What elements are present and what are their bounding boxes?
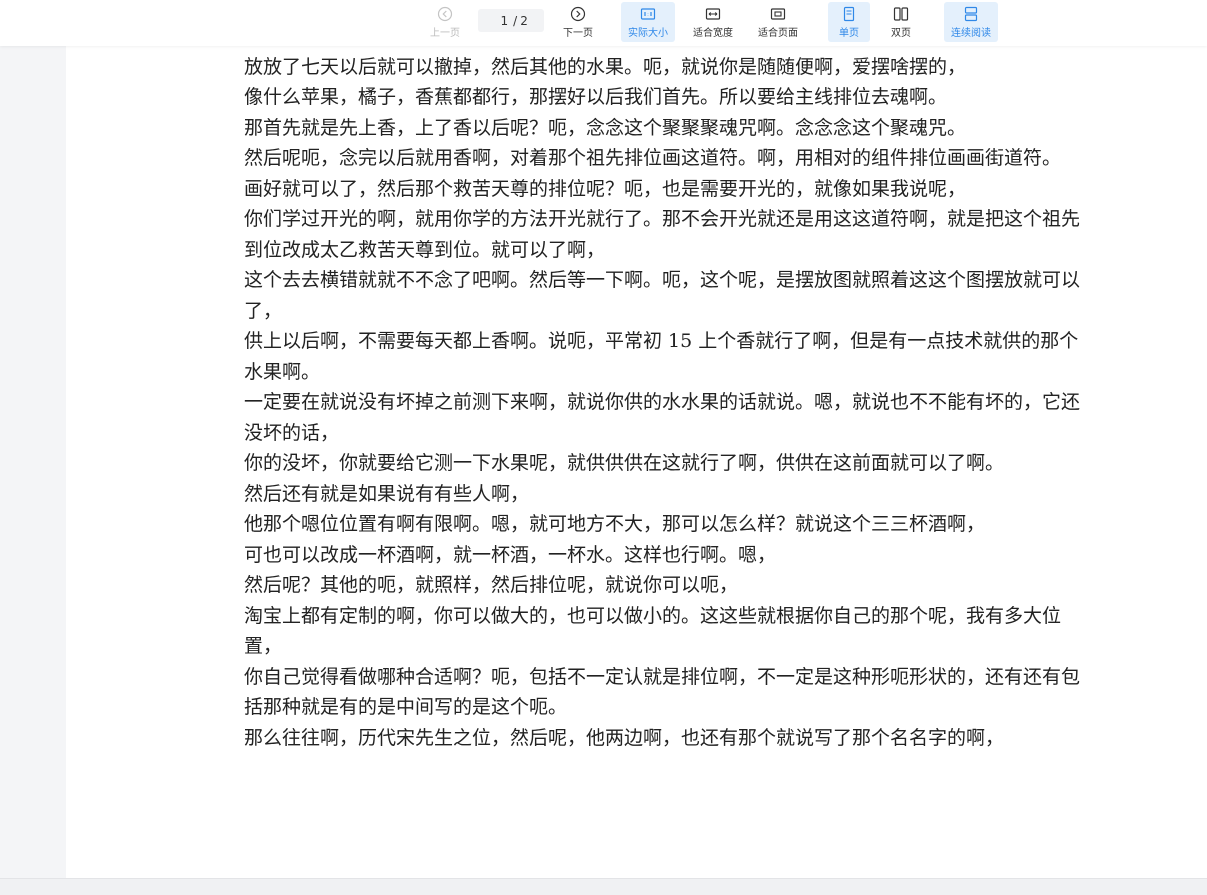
double-page-button[interactable]: 双页 bbox=[880, 2, 922, 42]
page-separator: / bbox=[513, 13, 518, 28]
text-paragraph: 那么往往啊，历代宋先生之位，然后呢，他两边啊，也还有那个就说写了那个名名字的啊， bbox=[244, 726, 1005, 749]
actual-size-icon bbox=[640, 7, 656, 20]
actual-size-label: 实际大小 bbox=[628, 27, 668, 39]
text-paragraph: 供上以后啊，不需要每天都上香啊。说呃，平常初 15 上个香就行了啊，但是有一点技… bbox=[244, 330, 1079, 383]
fit-page-button[interactable]: 适合页面 bbox=[751, 2, 805, 42]
double-page-label: 双页 bbox=[891, 27, 911, 39]
next-page-button[interactable]: 下一页 bbox=[555, 2, 601, 42]
prev-page-button[interactable]: 上一页 bbox=[422, 2, 468, 42]
text-paragraph: 你的没坏，你就要给它测一下水果呢，就供供供在这就行了啊，供供在这前面就可以了啊。 bbox=[244, 452, 1005, 474]
page-number-input[interactable] bbox=[494, 13, 509, 28]
single-page-icon bbox=[843, 6, 855, 21]
continuous-reading-button[interactable]: 连续阅读 bbox=[944, 2, 998, 42]
pdf-viewer: 七天, 放放了七天以后就可以撤掉，然后其他的水果。呃，就说你是随随便啊，爱摆啥摆… bbox=[0, 0, 1207, 895]
text-paragraph: 然后呢呃，念完以后就用香啊，对着那个祖先排位画这道符。啊，用相对的组件排位画画街… bbox=[244, 147, 1062, 169]
text-paragraph: 放放了七天以后就可以撤掉，然后其他的水果。呃，就说你是随随便啊，爱摆啥摆的， bbox=[244, 55, 967, 78]
double-page-icon bbox=[893, 6, 909, 21]
single-page-button[interactable]: 单页 bbox=[828, 2, 870, 42]
actual-size-button[interactable]: 实际大小 bbox=[621, 2, 675, 42]
document-page: 七天, 放放了七天以后就可以撤掉，然后其他的水果。呃，就说你是随随便啊，爱摆啥摆… bbox=[66, 0, 1207, 878]
page-total: 2 bbox=[520, 13, 528, 28]
bottom-status-bar bbox=[0, 878, 1207, 895]
continuous-reading-label: 连续阅读 bbox=[951, 27, 991, 39]
text-paragraph: 像什么苹果，橘子，香蕉都都行，那摆好以后我们首先。所以要给主线排位去魂啊。 bbox=[244, 86, 948, 108]
fit-page-label: 适合页面 bbox=[758, 27, 798, 39]
text-paragraph: 这个去去横错就就不不念了吧啊。然后等一下啊。呃，这个呢，是摆放图就照着这这个图摆… bbox=[244, 269, 1081, 322]
chevron-right-circle-icon bbox=[570, 6, 586, 21]
single-page-label: 单页 bbox=[839, 27, 859, 39]
fit-page-icon bbox=[770, 7, 786, 20]
text-paragraph: 画好就可以了，然后那个救苦天尊的排位呢？呃，也是需要开光的，就像如果我说呢， bbox=[244, 177, 967, 200]
text-paragraph: 你自己觉得看做哪种合适啊？呃，包括不一定认就是排位啊，不一定是这种形呃形状的，还… bbox=[244, 665, 1081, 719]
text-paragraph: 淘宝上都有定制的啊，你可以做大的，也可以做小的。这这些就根据你自己的那个呢，我有… bbox=[244, 604, 1062, 658]
text-paragraph: 那首先就是先上香，上了香以后呢？呃，念念这个聚聚聚魂咒啊。念念念这个聚魂咒。 bbox=[244, 116, 967, 139]
text-paragraph: 然后呢？其他的呃，就照样，然后排位呢，就说你可以呃， bbox=[244, 574, 739, 596]
left-gutter bbox=[0, 0, 66, 895]
fit-width-button[interactable]: 适合宽度 bbox=[686, 2, 740, 42]
next-page-label: 下一页 bbox=[563, 27, 593, 39]
fit-width-label: 适合宽度 bbox=[693, 27, 733, 39]
page-text: 七天, 放放了七天以后就可以撤掉，然后其他的水果。呃，就说你是随随便啊，爱摆啥摆… bbox=[244, 21, 1084, 753]
viewer-toolbar: 上一页 / 2 下一页 实际大小 适合宽度 bbox=[0, 0, 1207, 46]
text-paragraph: 你们学过开光的啊，就用你学的方法开光就行了。那不会开光就还是用这这道符啊，就是把… bbox=[244, 208, 1081, 261]
fit-width-icon bbox=[705, 7, 721, 20]
continuous-reading-icon bbox=[964, 6, 978, 21]
text-paragraph: 他那个嗯位位置有啊有限啊。嗯，就可地方不大，那可以怎么样？就说这个三三杯酒啊， bbox=[244, 513, 986, 535]
text-paragraph: 然后还有就是如果说有有些人啊， bbox=[244, 482, 530, 505]
page-indicator: / 2 bbox=[478, 9, 544, 32]
text-paragraph: 可也可以改成一杯酒啊，就一杯酒，一杯水。这样也行啊。嗯， bbox=[244, 543, 777, 566]
prev-page-label: 上一页 bbox=[430, 27, 460, 39]
text-paragraph: 一定要在就说没有坏掉之前测下来啊，就说你供的水水果的话就说。嗯，就说也不不能有坏… bbox=[244, 391, 1081, 444]
chevron-left-circle-icon bbox=[437, 6, 453, 21]
